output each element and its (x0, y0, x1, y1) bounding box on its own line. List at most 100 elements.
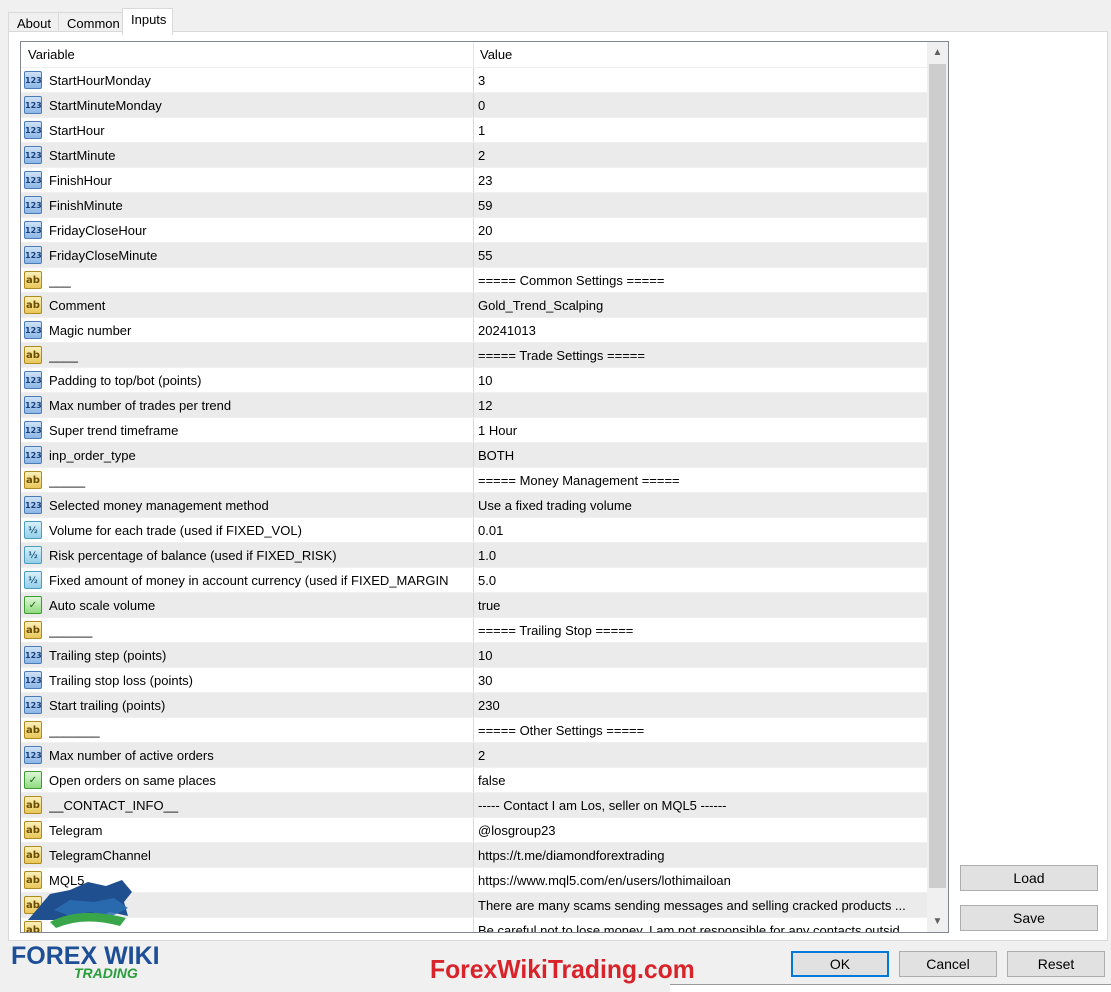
variable-value[interactable]: BOTH (478, 443, 923, 467)
variable-value[interactable]: 59 (478, 193, 923, 217)
variable-value[interactable]: 20 (478, 218, 923, 242)
variable-name: TelegramChannel (49, 848, 151, 863)
cell-divider (473, 468, 474, 493)
variable-name: Telegram (49, 823, 103, 838)
variable-value[interactable]: 1 (478, 118, 923, 142)
variable-value[interactable]: 2 (478, 143, 923, 167)
cell-divider (473, 193, 474, 218)
column-header-variable[interactable]: Variable (28, 42, 75, 67)
variable-value[interactable]: ===== Other Settings ===== (478, 718, 923, 742)
table-row[interactable]: 123 inp_order_type BOTH (21, 442, 927, 468)
variable-value[interactable]: 30 (478, 668, 923, 692)
variable-value[interactable]: 23 (478, 168, 923, 192)
variable-value[interactable]: 20241013 (478, 318, 923, 342)
table-row[interactable]: 123 StartHourMonday 3 (21, 67, 927, 93)
table-row[interactable]: 123 Padding to top/bot (points) 10 (21, 367, 927, 393)
column-header-value[interactable]: Value (480, 42, 512, 67)
variable-name: Selected money management method (49, 498, 269, 513)
variable-name: Volume for each trade (used if FIXED_VOL… (49, 523, 302, 538)
variable-value[interactable]: Use a fixed trading volume (478, 493, 923, 517)
table-row[interactable]: ½ Fixed amount of money in account curren… (21, 567, 927, 593)
variable-value[interactable]: 5.0 (478, 568, 923, 592)
table-row[interactable]: 123 Super trend timeframe 1 Hour (21, 417, 927, 443)
variable-name: ____ (49, 348, 78, 363)
variable-value[interactable]: true (478, 593, 923, 617)
table-row[interactable]: ab TelegramChannel https://t.me/diamondfor… (21, 842, 927, 868)
scroll-down-icon[interactable]: ▼ (927, 911, 948, 932)
table-row[interactable]: ab ___ ===== Common Settings ===== (21, 267, 927, 293)
table-row[interactable]: 123 Max number of trades per trend 12 (21, 392, 927, 418)
variable-value[interactable]: https://t.me/diamondforextrading (478, 843, 923, 867)
variable-value[interactable]: 3 (478, 68, 923, 92)
variable-value[interactable]: ----- Contact I am Los, seller on MQL5 -… (478, 793, 923, 817)
table-row[interactable]: ab _______ ===== Other Settings ===== (21, 717, 927, 743)
table-row[interactable]: 123 StartHour 1 (21, 117, 927, 143)
integer-icon: 123 (24, 121, 42, 139)
load-button[interactable]: Load (960, 865, 1098, 891)
integer-icon: 123 (24, 221, 42, 239)
table-row[interactable]: 123 Magic number 20241013 (21, 317, 927, 343)
variable-value[interactable]: There are many scams sending messages an… (478, 893, 923, 917)
table-row[interactable]: ab ____ ===== Trade Settings ===== (21, 342, 927, 368)
variable-value[interactable]: false (478, 768, 923, 792)
cell-divider (473, 743, 474, 768)
variable-value[interactable]: ===== Trade Settings ===== (478, 343, 923, 367)
table-row[interactable]: 123 StartMinute 2 (21, 142, 927, 168)
table-row[interactable]: ab ______ ===== Trailing Stop ===== (21, 617, 927, 643)
cancel-button[interactable]: Cancel (899, 951, 997, 977)
variable-value[interactable]: 0 (478, 93, 923, 117)
scrollbar-thumb[interactable] (929, 64, 946, 888)
variable-value[interactable]: 230 (478, 693, 923, 717)
table-row[interactable]: ✓ Open orders on same places false (21, 767, 927, 793)
table-row[interactable]: 123 StartMinuteMonday 0 (21, 92, 927, 118)
table-row[interactable]: 123 Trailing step (points) 10 (21, 642, 927, 668)
variable-value[interactable]: ===== Money Management ===== (478, 468, 923, 492)
reset-button[interactable]: Reset (1007, 951, 1105, 977)
save-button[interactable]: Save (960, 905, 1098, 931)
table-row[interactable]: ab _____ ===== Money Management ===== (21, 467, 927, 493)
variable-value[interactable]: https://www.mql5.com/en/users/lothimailo… (478, 868, 923, 892)
variable-name: Max number of active orders (49, 748, 214, 763)
variable-name: FinishHour (49, 173, 112, 188)
table-row[interactable]: ab Comment Gold_Trend_Scalping (21, 292, 927, 318)
variable-value[interactable]: Be careful not to lose money. I am not r… (478, 918, 923, 932)
table-row[interactable]: ½ Risk percentage of balance (used if FIX… (21, 542, 927, 568)
string-icon: ab (24, 346, 42, 364)
table-row[interactable]: ½ Volume for each trade (used if FIXED_VO… (21, 517, 927, 543)
table-row[interactable]: 123 Start trailing (points) 230 (21, 692, 927, 718)
string-icon: ab (24, 296, 42, 314)
variable-name: _____ (49, 473, 86, 488)
table-row[interactable]: ab __CONTACT_INFO__ ----- Contact I am Los… (21, 792, 927, 818)
variable-value[interactable]: 10 (478, 368, 923, 392)
tab-inputs[interactable]: Inputs (122, 8, 173, 35)
integer-icon: 123 (24, 696, 42, 714)
column-divider[interactable] (473, 42, 474, 67)
vertical-scrollbar[interactable]: ▲ ▼ (927, 42, 948, 932)
variable-value[interactable]: ===== Common Settings ===== (478, 268, 923, 292)
table-row[interactable]: 123 FridayCloseHour 20 (21, 217, 927, 243)
variable-value[interactable]: 0.01 (478, 518, 923, 542)
variable-value[interactable]: @losgroup23 (478, 818, 923, 842)
variable-name: FinishMinute (49, 198, 123, 213)
table-row[interactable]: 123 Trailing stop loss (points) 30 (21, 667, 927, 693)
table-row[interactable]: 123 FinishHour 23 (21, 167, 927, 193)
scroll-up-icon[interactable]: ▲ (927, 42, 948, 63)
variable-value[interactable]: 55 (478, 243, 923, 267)
variable-value[interactable]: ===== Trailing Stop ===== (478, 618, 923, 642)
variable-value[interactable]: 2 (478, 743, 923, 767)
variable-value[interactable]: 1.0 (478, 543, 923, 567)
cell-divider (473, 718, 474, 743)
table-row[interactable]: 123 Max number of active orders 2 (21, 742, 927, 768)
variable-value[interactable]: Gold_Trend_Scalping (478, 293, 923, 317)
table-row[interactable]: 123 FridayCloseMinute 55 (21, 242, 927, 268)
variable-value[interactable]: 10 (478, 643, 923, 667)
table-row[interactable]: ✓ Auto scale volume true (21, 592, 927, 618)
variable-value[interactable]: 1 Hour (478, 418, 923, 442)
variable-value[interactable]: 12 (478, 393, 923, 417)
table-row[interactable]: 123 FinishMinute 59 (21, 192, 927, 218)
table-row[interactable]: 123 Selected money management method Use a… (21, 492, 927, 518)
cell-divider (473, 443, 474, 468)
cell-divider (473, 68, 474, 93)
table-row[interactable]: ab Telegram @losgroup23 (21, 817, 927, 843)
ok-button[interactable]: OK (791, 951, 889, 977)
